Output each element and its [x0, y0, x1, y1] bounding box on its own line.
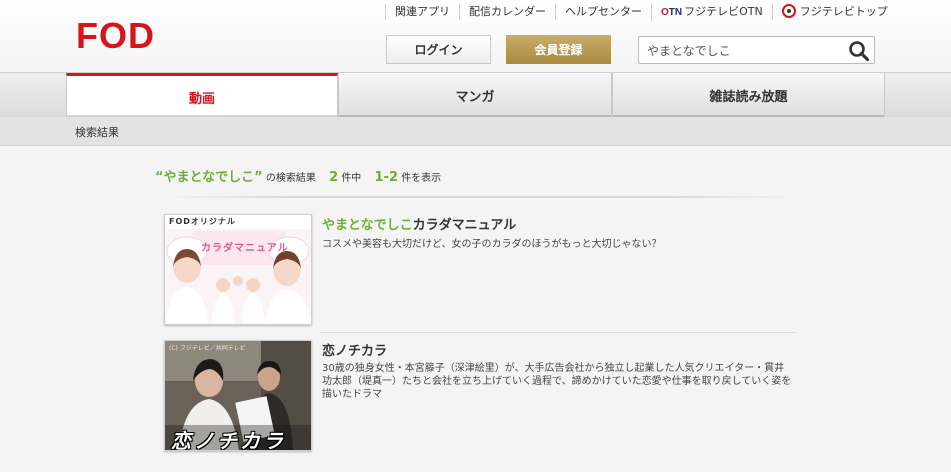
result-title-highlight: やまとなでしこ [322, 218, 413, 233]
tab-magazine[interactable]: 雑誌読み放題 [612, 73, 885, 118]
login-button[interactable]: ログイン [386, 35, 491, 64]
top-link-fujitv-label: フジテレビトップ [799, 5, 888, 18]
top-link-calendar[interactable]: 配信カレンダー [459, 4, 555, 20]
thumbnail-art [165, 215, 311, 324]
thumbnail-label: FODオリジナル [169, 217, 236, 226]
search-summary: “やまとなでしこ” の検索結果 2 件中 1-2 件を表示 [155, 166, 441, 185]
thumbnail-title: 恋ノチカラ [171, 429, 286, 451]
otn-logo-icon: OTN [661, 6, 683, 18]
search-input[interactable] [639, 37, 844, 63]
summary-range: 1-2 [374, 170, 399, 185]
result-description: コスメや美容も大切だけど、女の子のカラダのほうがもっと大切じゃない？ [322, 239, 662, 250]
register-button[interactable]: 会員登録 [506, 35, 611, 64]
result-title-rest: カラダマニュアル [412, 218, 517, 233]
fod-logo[interactable]: FOD [76, 18, 155, 54]
top-link-apps[interactable]: 関連アプリ [385, 4, 459, 20]
summary-divider [160, 196, 800, 198]
breadcrumb: 検索結果 [75, 126, 119, 139]
top-link-fujitv[interactable]: フジテレビトップ [771, 4, 897, 20]
summary-total: 2 [329, 170, 339, 185]
top-link-otn[interactable]: OTN フジテレビOTN [651, 3, 772, 21]
result-divider [320, 332, 795, 333]
tab-manga[interactable]: マンガ [338, 73, 612, 118]
tab-manga-label: マンガ [455, 90, 495, 105]
header: FOD 関連アプリ 配信カレンダー ヘルプセンター OTN フジテレビOTN フジ… [0, 0, 951, 72]
search-query: “やまとなでしこ” [155, 170, 263, 185]
result-description: 30歳の独身女性・本宮籐子（深津絵里）が、大手広告会社から独立し起業した人気クリ… [322, 363, 792, 400]
result-thumbnail[interactable]: (C) フジテレビ／共同テレビ 恋ノチカラ [164, 340, 312, 451]
fujitv-eye-icon [781, 4, 796, 18]
main-nav: 動画 マンガ 雑誌読み放題 [0, 72, 951, 118]
tab-video-label: 動画 [188, 91, 215, 107]
breadcrumb-bar: 検索結果 [0, 117, 951, 146]
tab-magazine-label: 雑誌読み放題 [709, 90, 788, 105]
result-title[interactable]: 恋ノチカラ [322, 340, 387, 359]
summary-label-total: 件中 [341, 173, 362, 184]
result-thumbnail[interactable]: FODオリジナル カラダマニュアル [164, 214, 312, 325]
result-title[interactable]: やまとなでしこカラダマニュアル [322, 214, 516, 233]
thumbnail-label: (C) フジテレビ／共同テレビ [169, 345, 246, 352]
top-links: 関連アプリ 配信カレンダー ヘルプセンター OTN フジテレビOTN フジテレビト… [385, 3, 897, 21]
thumbnail-title: カラダマニュアル [201, 243, 289, 254]
search-box [638, 36, 875, 64]
tab-video[interactable]: 動画 [66, 73, 338, 118]
search-icon[interactable] [848, 40, 870, 62]
top-link-help[interactable]: ヘルプセンター [555, 4, 651, 20]
top-link-otn-label: フジテレビOTN [684, 4, 763, 18]
summary-label-results: の検索結果 [265, 173, 316, 184]
summary-label-range: 件を表示 [401, 173, 442, 184]
result-title-rest: 恋ノチカラ [322, 344, 388, 359]
